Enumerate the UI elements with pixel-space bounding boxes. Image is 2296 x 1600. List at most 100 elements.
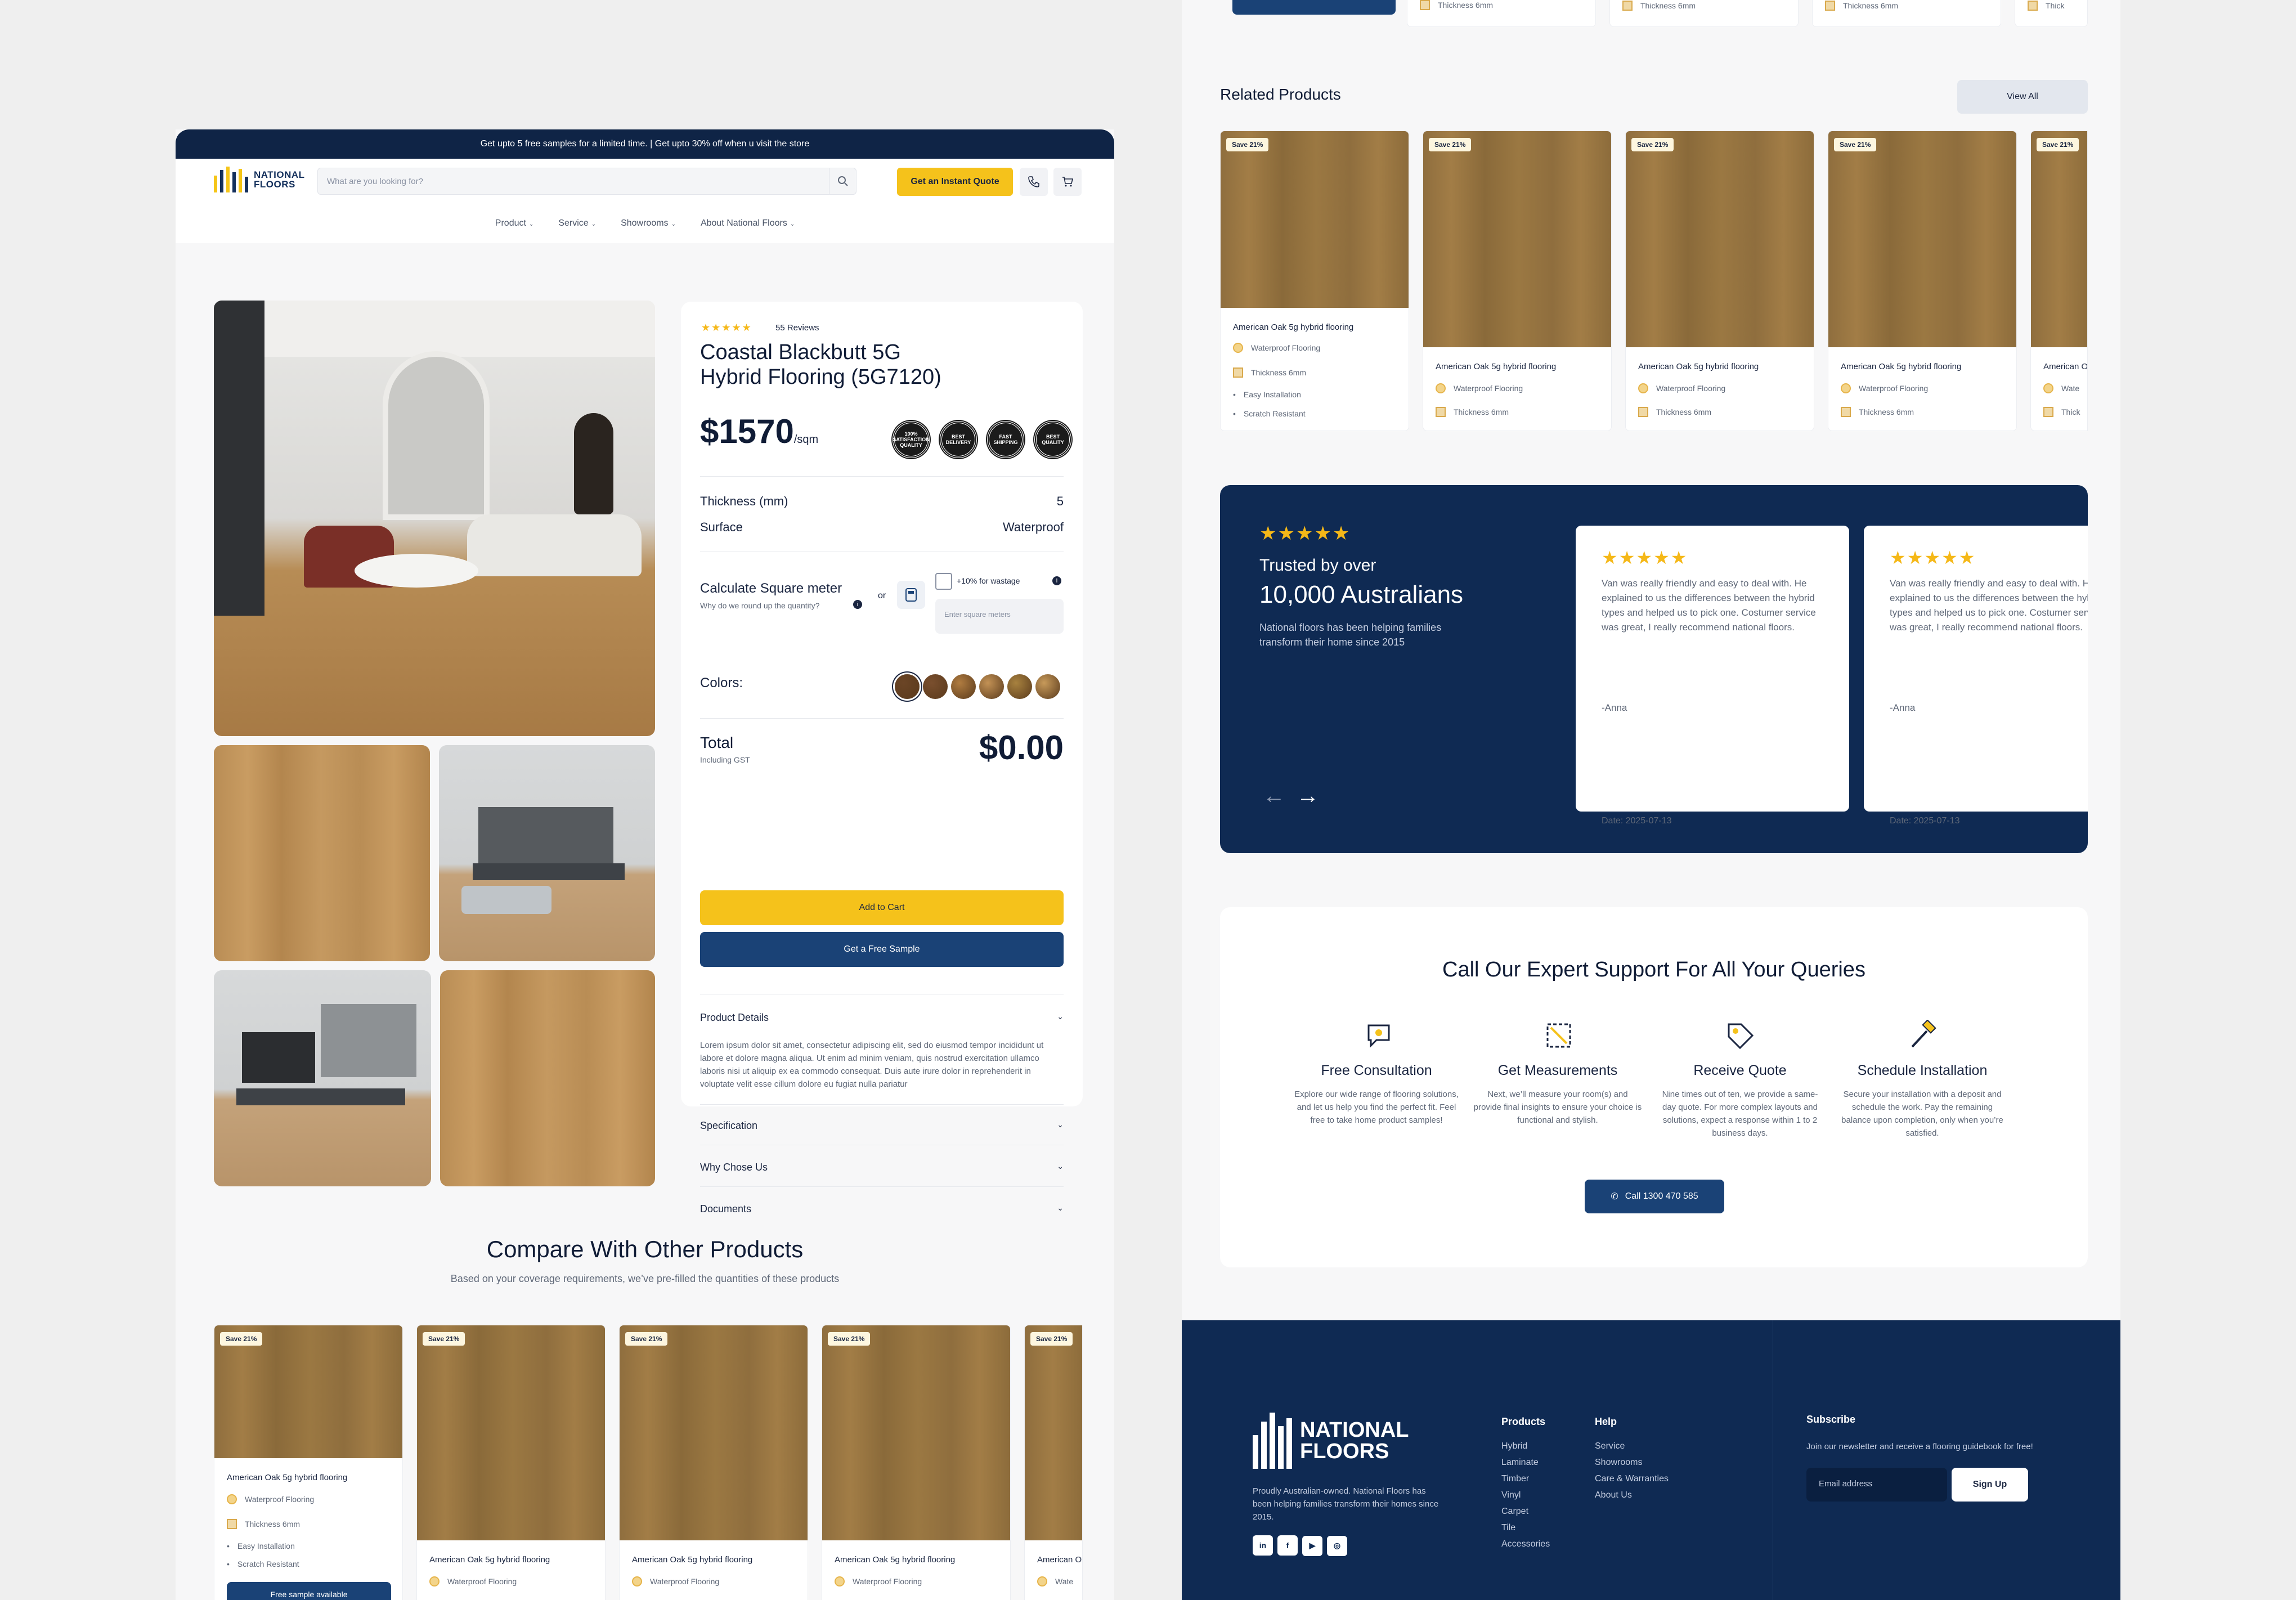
footer-link[interactable]: Care & Warranties [1595, 1471, 1669, 1487]
calculator-icon[interactable] [897, 581, 925, 609]
product-name: American Oak 5g hybrid flooring [835, 1555, 956, 1565]
nav-label-service: Service [558, 218, 589, 228]
accordion-documents[interactable]: Documents ⌄ [700, 1203, 1064, 1215]
related-product-card[interactable]: Save 21% American Oak 5g hybrid flooring… [1423, 131, 1612, 431]
save-badge: Save 21% [1834, 138, 1877, 151]
nav-item-product[interactable]: Product ⌄ [495, 218, 534, 228]
search-icon[interactable] [829, 168, 856, 194]
feature-label: Waterproof Flooring [1656, 384, 1726, 393]
review-count[interactable]: 55 Reviews [775, 323, 819, 333]
compare-product-card[interactable]: Save 21% American Oak 5g hybrid flooring… [416, 1325, 606, 1600]
chevron-down-icon: ⌄ [1057, 1162, 1064, 1171]
color-swatch-6[interactable] [1035, 674, 1060, 699]
feature-label: Thick [2046, 1, 2065, 10]
compare-product-card[interactable]: Save 21% American Oak 5g hybrid flooring… [822, 1325, 1011, 1600]
arrow-left-icon[interactable]: ← [1263, 783, 1285, 809]
calc-hint[interactable]: Why do we round up the quantity? [700, 601, 819, 610]
related-product-card[interactable]: Save 21% American Oak 5g hybrid flooring… [1220, 131, 1409, 431]
footer-link[interactable]: Accessories [1501, 1536, 1550, 1552]
footer-link[interactable]: Service [1595, 1438, 1669, 1454]
brand-logo[interactable]: NATIONAL FLOORS [214, 167, 305, 192]
footer-products: Products Hybrid Laminate Timber Vinyl Ca… [1501, 1414, 1550, 1552]
thickness-icon [1638, 407, 1648, 417]
nav-item-showrooms[interactable]: Showrooms ⌄ [621, 218, 676, 228]
square-meter-input[interactable]: Enter square meters [935, 599, 1064, 634]
related-product-card[interactable]: Save 21% American Oak 5g hybrid flooring… [1625, 131, 1814, 431]
thickness-icon [227, 1519, 237, 1529]
compare-product-card[interactable]: Save 21% American Oak 5g hybrid flooring… [214, 1325, 403, 1600]
feature-easy: • Easy Installation [227, 1541, 295, 1550]
footer-link[interactable]: Vinyl [1501, 1487, 1550, 1503]
footer-link[interactable]: Timber [1501, 1471, 1550, 1487]
color-swatch-3[interactable] [951, 674, 976, 699]
arrow-right-icon[interactable]: → [1297, 783, 1319, 809]
phone-icon[interactable] [1020, 168, 1048, 196]
wastage-checkbox[interactable] [935, 573, 952, 590]
announcement-text: Get upto 5 free samples for a limited ti… [480, 139, 810, 149]
color-swatch-5[interactable] [1007, 674, 1032, 699]
color-swatch-1[interactable] [895, 674, 920, 699]
footer-link[interactable]: Tile [1501, 1520, 1550, 1536]
feature-thickness: Thickness 6mm [1420, 0, 1493, 10]
water-drop-icon [429, 1576, 440, 1586]
cart-icon[interactable] [1053, 168, 1082, 196]
feature-label: Thickness 6mm [245, 1520, 301, 1529]
facebook-icon[interactable]: f [1277, 1535, 1298, 1556]
nav-item-about[interactable]: About National Floors ⌄ [701, 218, 795, 228]
info-icon[interactable]: i [1052, 576, 1061, 585]
thickness-icon [1233, 367, 1243, 378]
footer-link[interactable]: Hybrid [1501, 1438, 1550, 1454]
accordion-title: Specification [700, 1120, 758, 1131]
compare-product-card[interactable]: Save 21% American Oak 5g hybrid flooring… [619, 1325, 808, 1600]
footer-logo[interactable]: NATIONAL FLOORS [1253, 1413, 1409, 1469]
call-button[interactable]: ✆ Call 1300 470 585 [1585, 1180, 1724, 1213]
partial-product-card[interactable]: Thickness 6mm [1407, 0, 1596, 27]
main-product-image[interactable] [214, 301, 655, 736]
accordion-specification[interactable]: Specification ⌄ [700, 1120, 1064, 1132]
footer-link[interactable]: Carpet [1501, 1503, 1550, 1520]
feature-label: Thickness 6mm [1859, 407, 1914, 416]
footer-link[interactable]: Showrooms [1595, 1454, 1669, 1471]
logo-mark-icon [1253, 1413, 1292, 1469]
nav-label-about: About National Floors [700, 218, 787, 228]
view-all-button[interactable]: View All [1957, 80, 2088, 114]
email-input[interactable]: Email address [1806, 1468, 1947, 1502]
feature-waterproof: Waterproof Flooring [1638, 383, 1725, 393]
bullet-icon: • [1233, 409, 1236, 418]
search-input[interactable]: What are you looking for? [317, 168, 856, 195]
gallery-thumb-room-2[interactable] [214, 970, 431, 1186]
feature-label: Waterproof Flooring [1859, 384, 1929, 393]
feature-waterproof: Waterproof Flooring [1841, 383, 1928, 393]
footer-link[interactable]: Laminate [1501, 1454, 1550, 1471]
compare-product-card[interactable]: Save 21% American O Wate [1024, 1325, 1083, 1600]
color-swatch-4[interactable] [979, 674, 1004, 699]
color-swatch-2[interactable] [923, 674, 948, 699]
youtube-icon[interactable]: ▶ [1302, 1535, 1322, 1556]
free-sample-card-button[interactable]: Free sample available [227, 1582, 391, 1600]
free-sample-button[interactable]: Get a Free Sample [700, 932, 1064, 967]
gallery-thumb-wood-1[interactable] [214, 745, 430, 961]
partial-product-card[interactable]: Thickness 6mm [1812, 0, 2001, 27]
related-product-card[interactable]: Save 21% American O Wate Thick [2030, 131, 2088, 431]
signup-button[interactable]: Sign Up [1952, 1468, 2028, 1502]
site-footer: NATIONAL FLOORS Proudly Australian-owned.… [1182, 1320, 2120, 1600]
free-sample-card-button[interactable] [1232, 0, 1396, 15]
related-product-card[interactable]: Save 21% American Oak 5g hybrid flooring… [1828, 131, 2017, 431]
bullet-icon: • [227, 1559, 230, 1568]
instagram-icon[interactable]: ◎ [1327, 1535, 1347, 1556]
partial-product-card[interactable]: Thick [2015, 0, 2088, 27]
instant-quote-button[interactable]: Get an Instant Quote [897, 168, 1013, 196]
accordion-why-chose-us[interactable]: Why Chose Us ⌄ [700, 1162, 1064, 1173]
gallery-thumb-wood-2[interactable] [440, 970, 655, 1186]
thickness-icon [1841, 407, 1851, 417]
footer-link[interactable]: About Us [1595, 1487, 1669, 1503]
nav-item-service[interactable]: Service ⌄ [558, 218, 596, 228]
accordion-product-details[interactable]: Product Details ⌄ [700, 1012, 1064, 1024]
linkedin-icon[interactable]: in [1253, 1535, 1273, 1556]
gallery-thumb-room-1[interactable] [439, 745, 655, 961]
accordion-title: Documents [700, 1203, 752, 1214]
feature-label: Wate [2061, 384, 2080, 393]
info-icon[interactable]: i [853, 600, 862, 609]
add-to-cart-button[interactable]: Add to Cart [700, 890, 1064, 925]
partial-product-card[interactable]: Thickness 6mm [1609, 0, 1799, 27]
